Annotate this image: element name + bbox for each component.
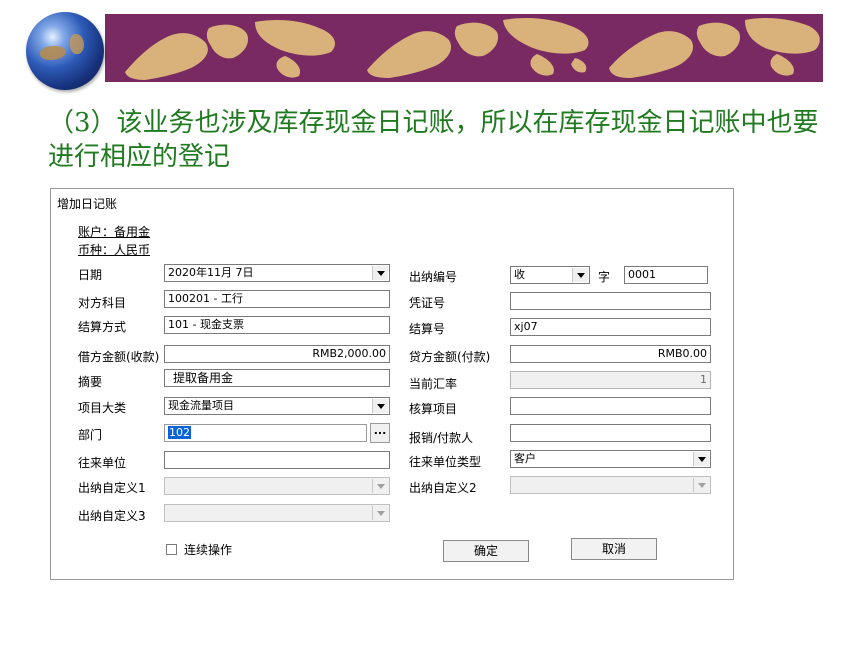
date-value: 2020年11月 7日 (168, 266, 254, 279)
counter-account-input[interactable]: 100201 - 工行 (164, 290, 390, 308)
contact-unit-type-value: 客户 (514, 452, 536, 465)
custom2-select[interactable] (510, 476, 711, 494)
page-heading: （3）该业务也涉及库存现金日记账，所以在库存现金日记账中也要进行相应的登记 (48, 108, 819, 172)
exchange-rate-input: 1 (510, 371, 711, 389)
continuous-label: 连续操作 (184, 543, 233, 557)
custom1-select[interactable] (164, 477, 390, 495)
settlement-no-input[interactable]: xj07 (510, 318, 711, 336)
custom1-label: 出纳自定义1 (78, 481, 146, 495)
globe-icon (26, 12, 104, 90)
cashier-type-value: 收 (514, 268, 525, 281)
cancel-button[interactable]: 取消 (571, 538, 657, 560)
custom3-select[interactable] (164, 504, 390, 522)
ok-button[interactable]: 确定 (443, 540, 529, 562)
reimburse-person-input[interactable] (510, 424, 711, 442)
project-category-value: 现金流量项目 (168, 399, 234, 412)
date-label: 日期 (78, 268, 103, 282)
credit-amount-input[interactable]: RMB0.00 (510, 345, 711, 363)
world-map-graphic (125, 18, 820, 80)
summary-input[interactable]: 提取备用金 (164, 369, 390, 387)
word-label: 字 (598, 270, 611, 284)
globe-land (70, 34, 84, 54)
voucher-no-input[interactable] (510, 292, 711, 310)
ellipsis-icon[interactable]: ... (370, 423, 390, 443)
chevron-down-icon[interactable] (693, 452, 709, 466)
department-label: 部门 (78, 428, 103, 442)
contact-unit-type-select[interactable]: 客户 (510, 450, 711, 468)
contact-unit-input[interactable] (164, 451, 390, 469)
voucher-no-label: 凭证号 (409, 296, 446, 310)
dialog-title: 增加日记账 (57, 197, 118, 211)
contact-unit-label: 往来单位 (78, 456, 127, 470)
account-label: 账户：备用金 (78, 225, 151, 239)
contact-unit-type-label: 往来单位类型 (409, 455, 482, 469)
chevron-down-icon[interactable] (693, 478, 709, 492)
settlement-method-label: 结算方式 (78, 320, 127, 334)
chevron-down-icon[interactable] (372, 506, 388, 520)
summary-label: 摘要 (78, 375, 103, 389)
department-input[interactable]: 102 (164, 424, 367, 442)
chevron-down-icon[interactable] (372, 266, 388, 280)
settlement-no-label: 结算号 (409, 322, 446, 336)
globe-land (40, 46, 66, 60)
exchange-rate-label: 当前汇率 (409, 377, 458, 391)
counter-account-label: 对方科目 (78, 296, 127, 310)
cashier-no-label: 出纳编号 (409, 270, 458, 284)
add-journal-dialog: 增加日记账 账户：备用金 币种：人民币 日期 对方科目 结算方式 借方金额(收款… (50, 188, 734, 580)
continuous-checkbox[interactable] (166, 544, 177, 555)
department-selected-text: 102 (168, 426, 191, 439)
credit-amount-label: 贷方金额(付款) (409, 350, 491, 364)
debit-amount-input[interactable]: RMB2,000.00 (164, 345, 390, 363)
reimburse-person-label: 报销/付款人 (409, 431, 474, 445)
debit-amount-label: 借方金额(收款) (78, 350, 160, 364)
world-map-banner (105, 14, 823, 82)
project-category-select[interactable]: 现金流量项目 (164, 397, 390, 415)
date-picker[interactable]: 2020年11月 7日 (164, 264, 390, 282)
chevron-down-icon[interactable] (572, 268, 588, 282)
accounting-item-input[interactable] (510, 397, 711, 415)
chevron-down-icon[interactable] (372, 479, 388, 493)
currency-label: 币种：人民币 (78, 243, 151, 257)
custom2-label: 出纳自定义2 (409, 481, 477, 495)
custom3-label: 出纳自定义3 (78, 509, 146, 523)
accounting-item-label: 核算项目 (409, 402, 458, 416)
project-category-label: 项目大类 (78, 401, 127, 415)
cashier-type-select[interactable]: 收 (510, 266, 590, 284)
settlement-method-input[interactable]: 101 - 现金支票 (164, 316, 390, 334)
chevron-down-icon[interactable] (372, 399, 388, 413)
cashier-number-input[interactable]: 0001 (624, 266, 708, 284)
